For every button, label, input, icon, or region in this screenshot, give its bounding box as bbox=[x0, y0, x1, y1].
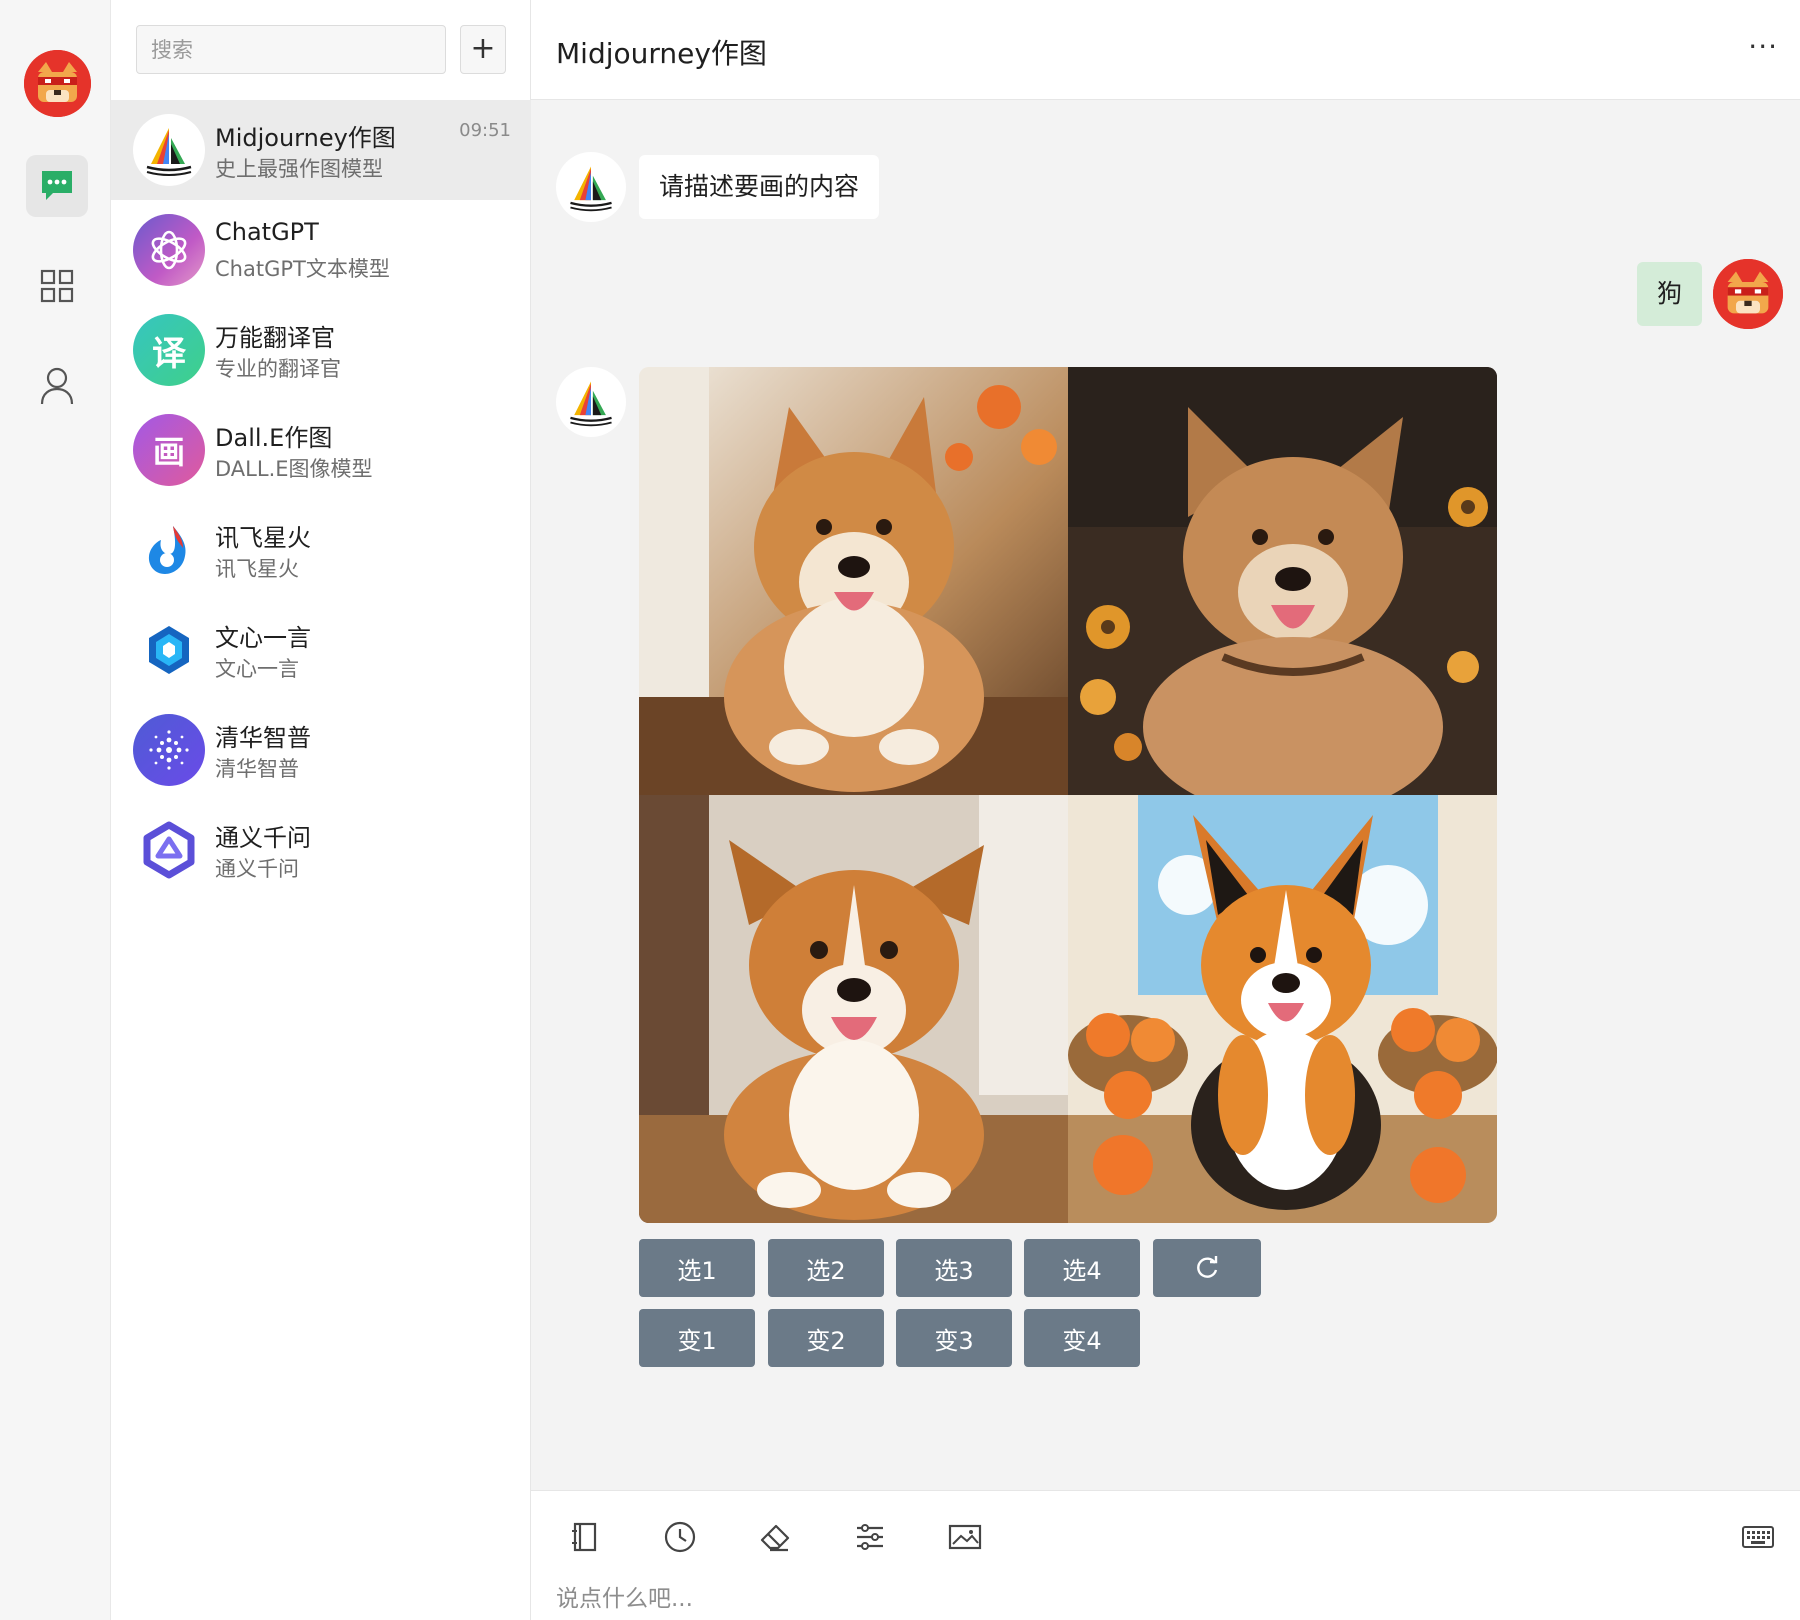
conversation-subtitle: 专业的翻译官 bbox=[215, 357, 341, 381]
dalle-logo-icon: 画 bbox=[133, 414, 205, 486]
keyboard-icon bbox=[1742, 1526, 1774, 1548]
chatgpt-logo-icon bbox=[133, 214, 205, 286]
user-icon bbox=[40, 367, 74, 405]
nav-apps[interactable] bbox=[26, 255, 88, 317]
conversation-item-zhipu[interactable]: 清华智普 清华智普 bbox=[111, 700, 531, 800]
conversation-list: + Midjourney作图 史上最强作图模型 09:51 bbox=[111, 0, 531, 1620]
tongyi-logo-icon bbox=[133, 814, 205, 886]
refresh-icon bbox=[1197, 1256, 1218, 1278]
nav-rail bbox=[0, 0, 111, 1620]
variation-1-button[interactable]: 变1 bbox=[639, 1309, 755, 1367]
conversation-title: Midjourney作图 bbox=[215, 124, 396, 152]
conversation-title: 通义千问 bbox=[215, 824, 311, 852]
chat-header: Midjourney作图 ··· bbox=[531, 0, 1800, 100]
generated-image-1[interactable] bbox=[639, 367, 1068, 795]
conversation-title: 万能翻译官 bbox=[215, 324, 335, 352]
regenerate-button[interactable] bbox=[1153, 1239, 1261, 1297]
history-tool[interactable] bbox=[656, 1513, 704, 1561]
select-image-3-button[interactable]: 选3 bbox=[896, 1239, 1012, 1297]
bot-message-bubble: 请描述要画的内容 bbox=[639, 155, 880, 219]
search-input[interactable] bbox=[136, 25, 446, 74]
translate-logo-icon: 译 bbox=[133, 314, 205, 386]
midjourney-logo-icon bbox=[133, 114, 205, 186]
conversation-item-chatgpt[interactable]: ChatGPT ChatGPT文本模型 bbox=[111, 200, 531, 300]
conversation-item-tongyi[interactable]: 通义千问 通义千问 bbox=[111, 800, 531, 900]
midjourney-logo-icon bbox=[570, 166, 612, 212]
conversation-subtitle: 清华智普 bbox=[215, 757, 299, 781]
apps-grid-icon bbox=[40, 269, 74, 303]
dog-avatar-icon bbox=[1713, 259, 1783, 329]
conversation-subtitle: 文心一言 bbox=[215, 657, 299, 681]
generated-image-2[interactable] bbox=[1068, 367, 1497, 795]
dog-avatar-icon bbox=[24, 50, 91, 117]
select-image-1-button[interactable]: 选1 bbox=[639, 1239, 755, 1297]
variation-3-button[interactable]: 变3 bbox=[896, 1309, 1012, 1367]
conversation-subtitle: 史上最强作图模型 bbox=[215, 157, 383, 181]
conversation-title: ChatGPT bbox=[215, 218, 319, 246]
conversation-item-midjourney[interactable]: Midjourney作图 史上最强作图模型 09:51 bbox=[111, 100, 531, 200]
midjourney-logo-icon bbox=[570, 381, 612, 427]
notebook-icon bbox=[572, 1522, 597, 1552]
chat-bubble-icon bbox=[42, 171, 72, 200]
conversation-item-wenxin[interactable]: 文心一言 文心一言 bbox=[111, 600, 531, 700]
conversation-item-translator[interactable]: 译 万能翻译官 专业的翻译官 bbox=[111, 300, 531, 400]
eraser-icon bbox=[760, 1524, 790, 1552]
conversation-title: 讯飞星火 bbox=[215, 524, 311, 552]
variation-4-button[interactable]: 变4 bbox=[1024, 1309, 1140, 1367]
bot-avatar bbox=[556, 152, 626, 222]
variation-2-button[interactable]: 变2 bbox=[768, 1309, 884, 1367]
add-conversation-button[interactable]: + bbox=[460, 25, 506, 74]
conversation-time: 09:51 bbox=[459, 120, 511, 141]
conversation-title: 文心一言 bbox=[215, 624, 311, 652]
sliders-icon bbox=[857, 1524, 883, 1550]
conversation-title: Dall.E作图 bbox=[215, 424, 333, 452]
conversation-subtitle: 讯飞星火 bbox=[215, 557, 299, 581]
image-icon bbox=[948, 1524, 982, 1550]
nav-user[interactable] bbox=[26, 355, 88, 417]
conversation-subtitle: ChatGPT文本模型 bbox=[215, 257, 390, 281]
chat-panel: Midjourney作图 ··· 请描述要画的内容 狗 选1 选2 选3 选4 … bbox=[531, 0, 1800, 1620]
user-avatar bbox=[1713, 259, 1783, 329]
zhipu-logo-icon bbox=[133, 714, 205, 786]
generated-image-4[interactable] bbox=[1068, 795, 1497, 1223]
conversation-item-dalle[interactable]: 画 Dall.E作图 DALL.E图像模型 bbox=[111, 400, 531, 500]
image-tool[interactable] bbox=[941, 1513, 989, 1561]
chat-title: Midjourney作图 bbox=[556, 37, 767, 70]
conversation-title: 清华智普 bbox=[215, 724, 311, 752]
message-input[interactable] bbox=[556, 1579, 1756, 1619]
clock-icon bbox=[664, 1521, 696, 1553]
conversation-subtitle: 通义千问 bbox=[215, 857, 299, 881]
nav-chat[interactable] bbox=[26, 155, 88, 217]
bot-avatar bbox=[556, 367, 626, 437]
select-image-2-button[interactable]: 选2 bbox=[768, 1239, 884, 1297]
keyboard-tool[interactable] bbox=[1734, 1513, 1782, 1561]
user-message-bubble: 狗 bbox=[1637, 262, 1703, 326]
more-options-button[interactable]: ··· bbox=[1748, 30, 1778, 63]
notebook-tool[interactable] bbox=[561, 1513, 609, 1561]
generated-image-grid[interactable] bbox=[639, 367, 1497, 1223]
clear-tool[interactable] bbox=[751, 1513, 799, 1561]
user-avatar[interactable] bbox=[24, 50, 91, 117]
spark-flame-logo-icon bbox=[133, 514, 205, 586]
wenxin-logo-icon bbox=[133, 614, 205, 686]
generated-image-3[interactable] bbox=[639, 795, 1068, 1223]
message-input-area bbox=[531, 1490, 1800, 1620]
settings-tool[interactable] bbox=[846, 1513, 894, 1561]
conversation-item-xunfei[interactable]: 讯飞星火 讯飞星火 bbox=[111, 500, 531, 600]
conversation-subtitle: DALL.E图像模型 bbox=[215, 457, 373, 481]
select-image-4-button[interactable]: 选4 bbox=[1024, 1239, 1140, 1297]
